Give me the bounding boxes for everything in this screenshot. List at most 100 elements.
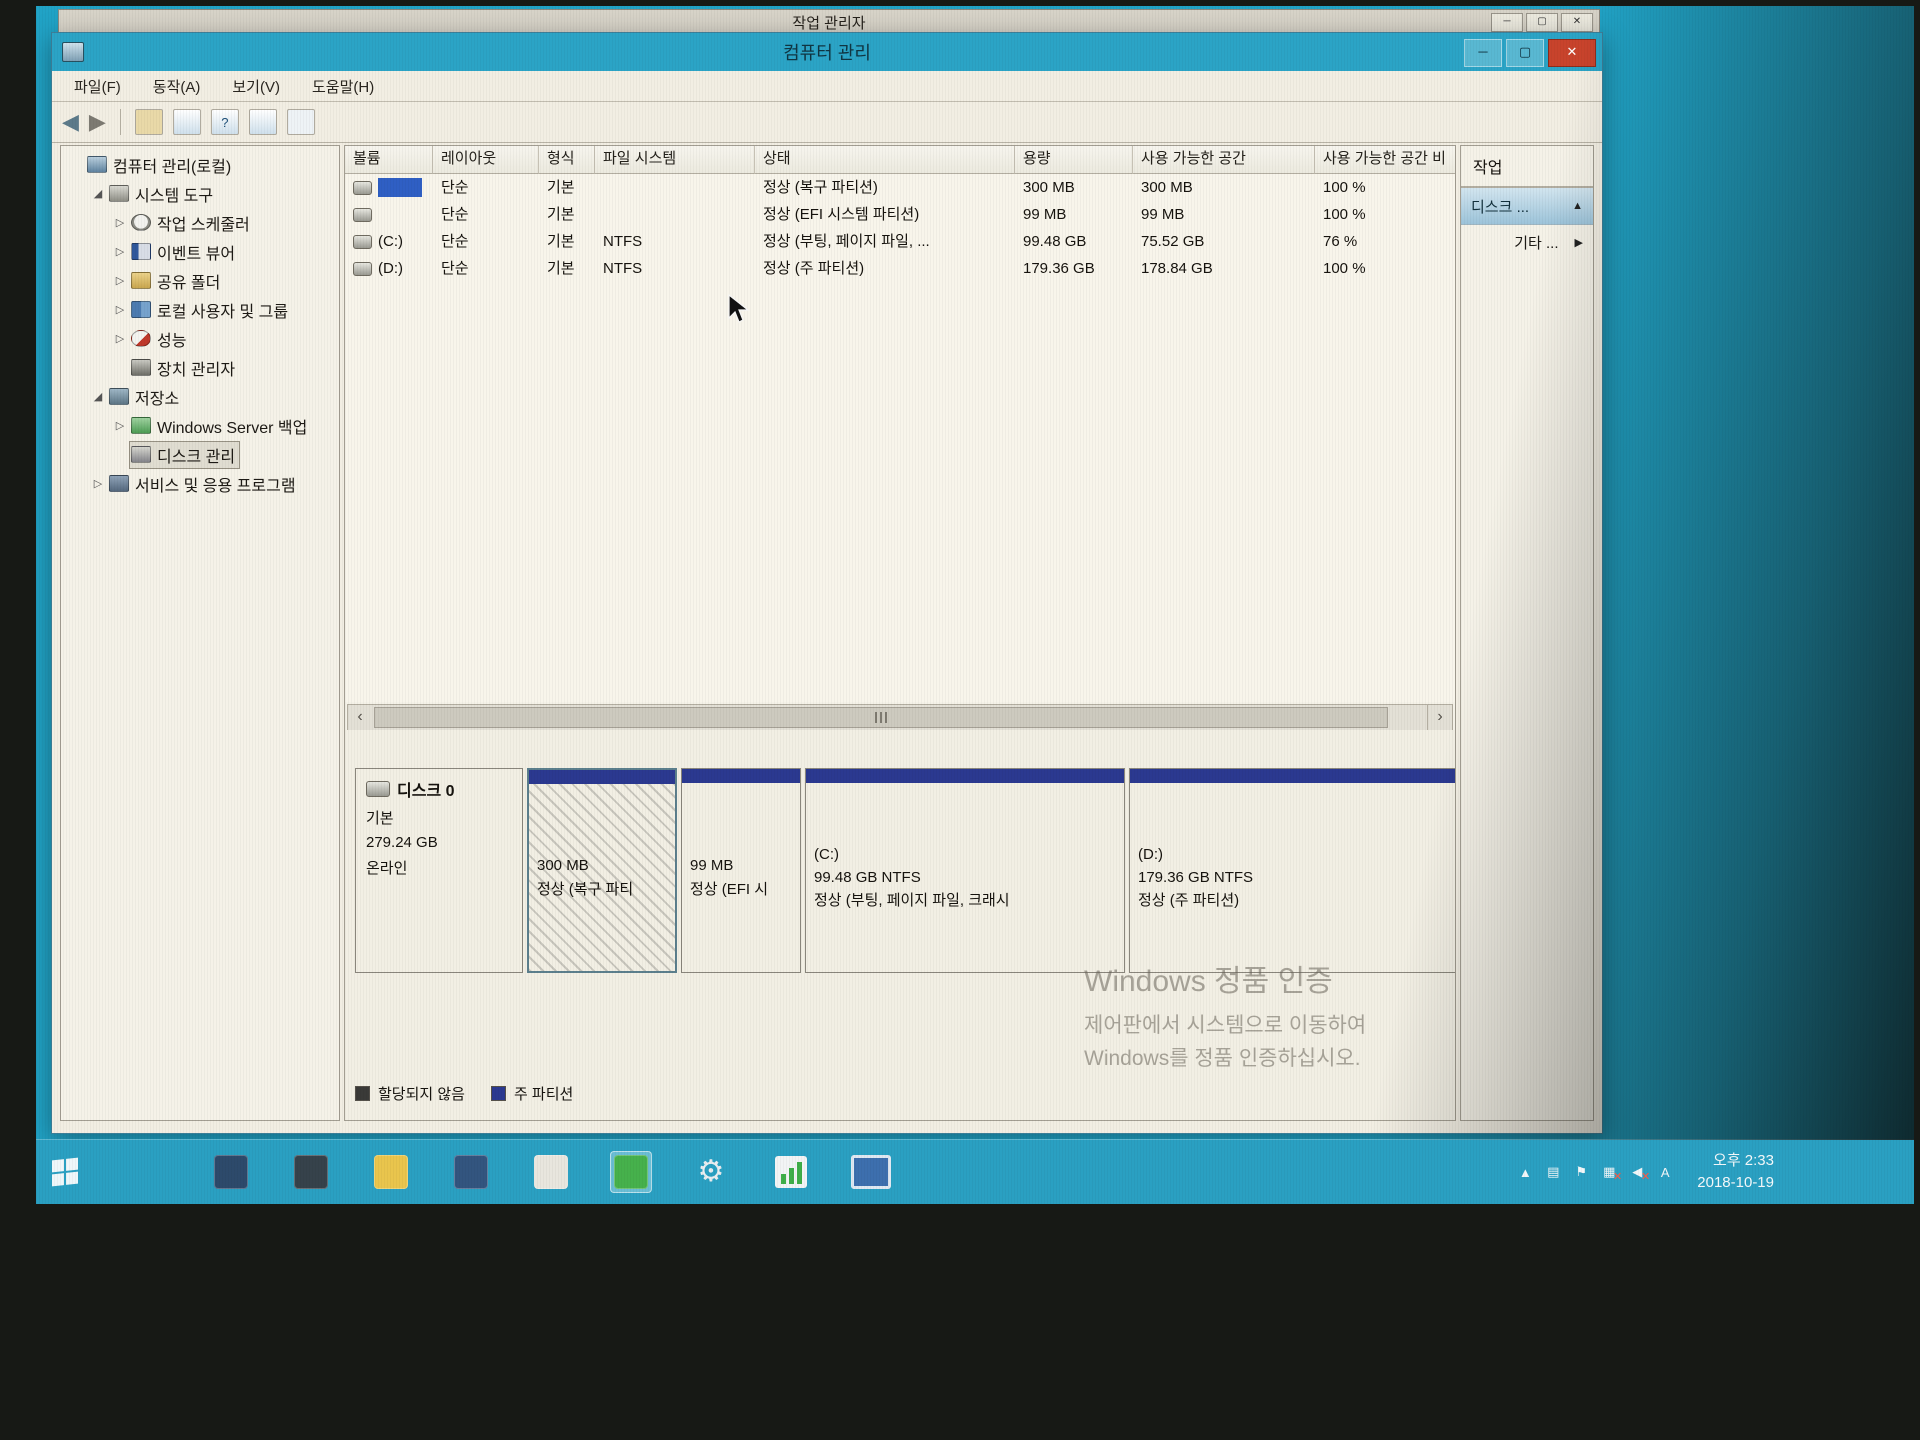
menu-item-1[interactable]: 동작(A) (137, 72, 217, 101)
cell-type: 기본 (539, 255, 595, 282)
column-header-7[interactable]: 사용 가능한 공간 비 (1315, 146, 1456, 174)
start-button[interactable] (36, 1140, 94, 1204)
tree-collapsed-icon[interactable]: ▷ (111, 303, 129, 316)
sidebar-item-8[interactable]: ◢저장소 (61, 382, 339, 411)
scrollbar-thumb[interactable] (374, 707, 1388, 728)
tree-collapsed-icon[interactable]: ▷ (111, 245, 129, 258)
backup-icon (131, 417, 151, 434)
console-tree-icon[interactable] (173, 109, 201, 135)
table-row[interactable]: (C:)단순기본NTFS정상 (부팅, 페이지 파일, ...99.48 GB7… (345, 228, 1455, 255)
green-app-icon[interactable] (610, 1151, 652, 1193)
cell-free: 75.52 GB (1133, 228, 1315, 255)
menu-item-0[interactable]: 파일(F) (58, 72, 137, 101)
tree-collapsed-icon[interactable]: ▷ (111, 274, 129, 287)
column-header-2[interactable]: 형식 (539, 146, 595, 174)
column-header-0[interactable]: 볼륨 (345, 146, 433, 174)
sidebar-item-1[interactable]: ◢시스템 도구 (61, 179, 339, 208)
tree-collapsed-icon[interactable]: ▷ (111, 332, 129, 345)
gear-icon[interactable]: ⚙ (690, 1151, 732, 1193)
server-manager-icon-shape (214, 1155, 248, 1189)
computer-icon[interactable] (850, 1151, 892, 1193)
sidebar-item-2[interactable]: ▷작업 스케줄러 (61, 208, 339, 237)
column-header-6[interactable]: 사용 가능한 공간 (1133, 146, 1315, 174)
file-explorer-icon[interactable] (370, 1151, 412, 1193)
close-button[interactable]: ✕ (1548, 39, 1596, 67)
partition-2[interactable]: (C:)99.48 GB NTFS정상 (부팅, 페이지 파일, 크래시 (805, 768, 1125, 973)
window-titlebar[interactable]: 컴퓨터 관리 ─ ▢ ✕ (52, 33, 1602, 71)
tree-expanded-icon[interactable]: ◢ (89, 390, 107, 403)
flag-icon[interactable]: ⚑ (1573, 1163, 1589, 1181)
sidebar-item-0[interactable]: 컴퓨터 관리(로컬) (61, 150, 339, 179)
ime-icon[interactable]: A (1657, 1163, 1673, 1181)
tree-collapsed-icon[interactable]: ▷ (111, 419, 129, 432)
menu-item-2[interactable]: 보기(V) (216, 72, 296, 101)
column-header-3[interactable]: 파일 시스템 (595, 146, 755, 174)
scroll-left-icon[interactable]: ‹ (348, 705, 372, 730)
table-row[interactable]: 단순기본정상 (복구 파티션)300 MB300 MB100 % (345, 174, 1455, 201)
table-row[interactable]: (D:)단순기본NTFS정상 (주 파티션)179.36 GB178.84 GB… (345, 255, 1455, 282)
table-row[interactable]: 단순기본정상 (EFI 시스템 파티션)99 MB99 MB100 % (345, 201, 1455, 228)
app-blue-icon[interactable] (450, 1151, 492, 1193)
cell-layout: 단순 (433, 228, 539, 255)
close-icon[interactable]: ✕ (1561, 13, 1593, 32)
scheduler-icon (131, 214, 151, 231)
minimize-icon[interactable]: ─ (1491, 13, 1523, 32)
partition-color-bar (1130, 769, 1456, 783)
partition-line: 정상 (복구 파티 (537, 878, 667, 901)
partition-3[interactable]: (D:)179.36 GB NTFS정상 (주 파티션) (1129, 768, 1456, 973)
back-button[interactable]: ◀ (62, 111, 79, 133)
disk-0-info[interactable]: 디스크 0 기본 279.24 GB 온라인 (355, 768, 523, 973)
powershell-icon[interactable] (290, 1151, 332, 1193)
selected-volume-highlight (378, 178, 422, 197)
actions-item-other[interactable]: 기타 ... ▶ (1461, 225, 1593, 259)
menu-item-3[interactable]: 도움말(H) (296, 72, 390, 101)
window-controls: ─ ▢ ✕ (1464, 39, 1596, 67)
tree-expanded-icon[interactable]: ◢ (89, 187, 107, 200)
console-window-icon[interactable] (249, 109, 277, 135)
sidebar-item-7[interactable]: 장치 관리자 (61, 353, 339, 382)
taskbar-clock[interactable]: 오후 2:33 2018-10-19 (1697, 1150, 1774, 1195)
scroll-right-icon[interactable]: › (1427, 705, 1452, 730)
hidden-icons-icon[interactable]: ▲ (1517, 1163, 1533, 1181)
volume-table-header: 볼륨레이아웃형식파일 시스템상태용량사용 가능한 공간사용 가능한 공간 비 (345, 146, 1455, 174)
cell-free_pct: 100 % (1315, 174, 1456, 201)
collapse-icon[interactable]: ▲ (1572, 200, 1583, 212)
sidebar-item-4[interactable]: ▷공유 폴더 (61, 266, 339, 295)
task-manager-icon[interactable] (770, 1151, 812, 1193)
minimize-button[interactable]: ─ (1464, 39, 1502, 67)
column-header-5[interactable]: 용량 (1015, 146, 1133, 174)
horizontal-scrollbar[interactable]: ‹ › (347, 704, 1453, 731)
sidebar-item-5[interactable]: ▷로컬 사용자 및 그룹 (61, 295, 339, 324)
sidebar-item-9[interactable]: ▷ Windows Server 백업 (61, 411, 339, 440)
volume-icon[interactable]: ◀✕ (1629, 1163, 1645, 1181)
partition-1[interactable]: 99 MB정상 (EFI 시 (681, 768, 801, 973)
legend-item-1: 주 파티션 (491, 1083, 573, 1104)
tree-collapsed-icon[interactable]: ▷ (89, 477, 107, 490)
notepad-icon[interactable] (530, 1151, 572, 1193)
maximize-icon[interactable]: ▢ (1526, 13, 1558, 32)
partition-0[interactable]: 300 MB정상 (복구 파티 (527, 768, 677, 973)
forward-button[interactable]: ▶ (89, 111, 106, 133)
sidebar-item-10[interactable]: 디스크 관리 (61, 440, 339, 469)
column-header-4[interactable]: 상태 (755, 146, 1015, 174)
help-icon[interactable]: ? (211, 109, 239, 135)
server-tray-icon[interactable]: ▤ (1545, 1163, 1561, 1181)
disk-management-pane: 볼륨레이아웃형식파일 시스템상태용량사용 가능한 공간사용 가능한 공간 비 단… (344, 145, 1456, 1121)
folder-toggle-icon[interactable] (135, 109, 163, 135)
tree-item-label: 장치 관리자 (157, 356, 235, 380)
cell-capacity: 300 MB (1015, 174, 1133, 201)
actions-group-disk[interactable]: 디스크 ... ▲ (1461, 188, 1593, 225)
expand-icon[interactable]: ▶ (1575, 236, 1583, 249)
sidebar-item-3[interactable]: ▷이벤트 뷰어 (61, 237, 339, 266)
column-header-1[interactable]: 레이아웃 (433, 146, 539, 174)
sidebar-item-6[interactable]: ▷성능 (61, 324, 339, 353)
tree-item-label: Windows Server 백업 (157, 414, 307, 438)
tree-collapsed-icon[interactable]: ▷ (111, 216, 129, 229)
sidebar-item-11[interactable]: ▷ 서비스 및 응용 프로그램 (61, 469, 339, 498)
tree-item-label: 서비스 및 응용 프로그램 (135, 472, 296, 496)
network-icon[interactable]: ▦✕ (1601, 1163, 1617, 1181)
export-list-icon[interactable] (287, 109, 315, 135)
server-manager-icon[interactable] (210, 1151, 252, 1193)
taskbar-apps: ⚙ (210, 1151, 892, 1193)
maximize-button[interactable]: ▢ (1506, 39, 1544, 67)
